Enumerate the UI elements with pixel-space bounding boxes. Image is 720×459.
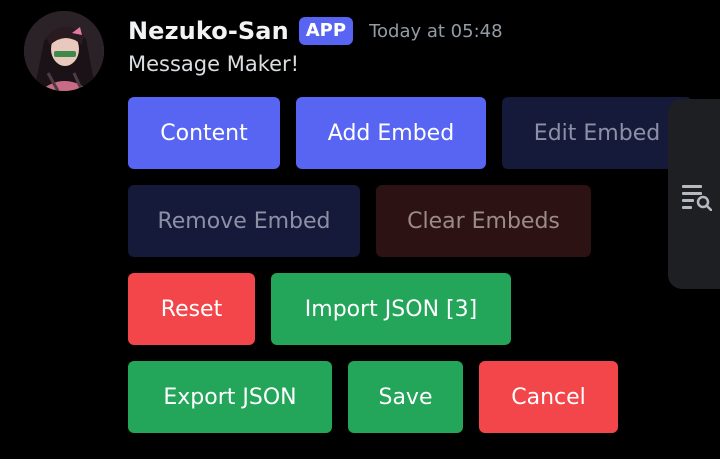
search-list-icon[interactable]	[682, 183, 713, 212]
author-name[interactable]: Nezuko-San	[128, 17, 289, 45]
cancel-button[interactable]: Cancel	[479, 361, 618, 433]
message-view: Nezuko-San APP Today at 05:48 Message Ma…	[0, 0, 720, 459]
add-embed-button[interactable]: Add Embed	[296, 97, 486, 169]
save-button[interactable]: Save	[348, 361, 463, 433]
reset-button[interactable]: Reset	[128, 273, 255, 345]
avatar[interactable]	[24, 11, 104, 91]
app-badge: APP	[298, 17, 354, 45]
message-content: Message Maker!	[128, 52, 300, 76]
clear-embeds-button[interactable]: Clear Embeds	[376, 185, 591, 257]
import-json-button[interactable]: Import JSON [3]	[271, 273, 511, 345]
export-json-button[interactable]: Export JSON	[128, 361, 332, 433]
timestamp: Today at 05:48	[369, 20, 503, 42]
content-button[interactable]: Content	[128, 97, 280, 169]
edit-embed-button[interactable]: Edit Embed	[502, 97, 692, 169]
side-panel[interactable]	[668, 99, 720, 289]
message-header: Nezuko-San APP Today at 05:48	[128, 13, 503, 49]
remove-embed-button[interactable]: Remove Embed	[128, 185, 360, 257]
